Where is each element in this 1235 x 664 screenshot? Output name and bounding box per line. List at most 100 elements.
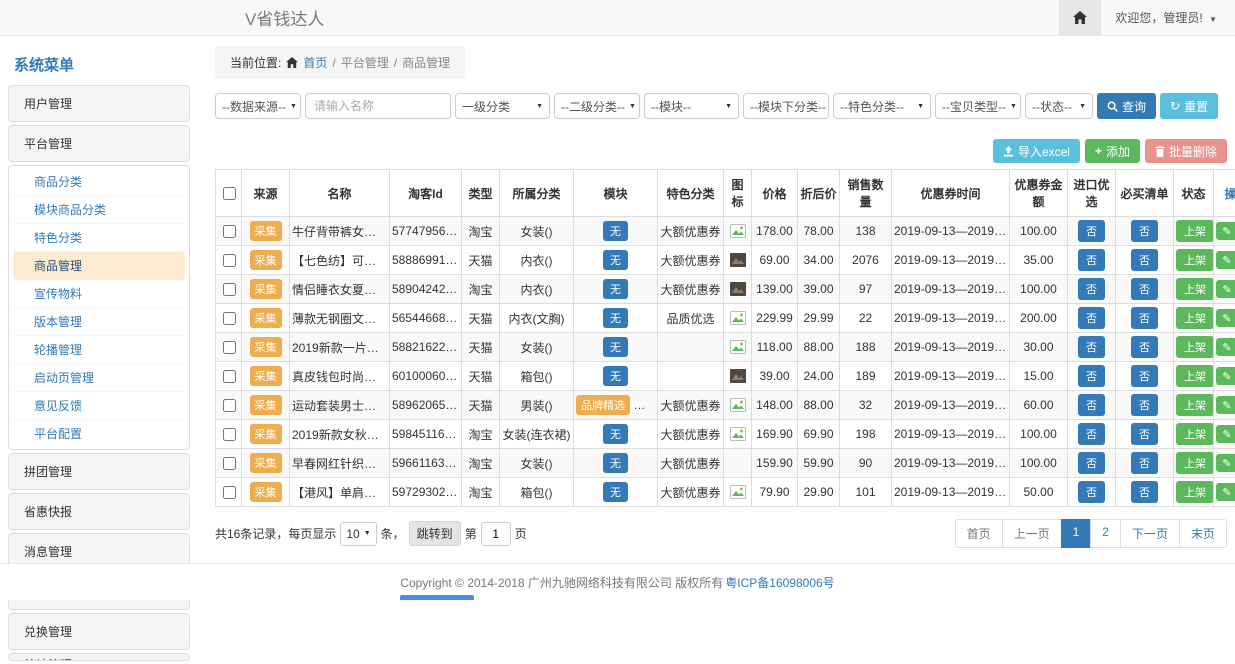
- must-buy-toggle[interactable]: 否: [1131, 278, 1158, 300]
- edit-button[interactable]: ✎: [1216, 309, 1235, 327]
- status-toggle[interactable]: 上架: [1176, 394, 1214, 416]
- row-checkbox[interactable]: [223, 225, 236, 238]
- sidebar-subitem-轮播管理[interactable]: 轮播管理: [13, 336, 185, 364]
- filter-select-module[interactable]: --模块--▼: [644, 93, 739, 119]
- row-checkbox[interactable]: [223, 283, 236, 296]
- user-menu[interactable]: 欢迎您，管理员! ▼: [1101, 9, 1235, 26]
- must-buy-toggle[interactable]: 否: [1131, 423, 1158, 445]
- filter-select-data-source[interactable]: --数据来源--▼: [215, 93, 301, 119]
- must-buy-toggle[interactable]: 否: [1131, 249, 1158, 271]
- status-toggle[interactable]: 上架: [1176, 278, 1214, 300]
- add-button[interactable]: + 添加: [1085, 139, 1140, 163]
- search-button[interactable]: 查询: [1097, 93, 1156, 119]
- filter-select-level1-category[interactable]: 一级分类▼: [455, 93, 550, 119]
- row-checkbox[interactable]: [223, 399, 236, 412]
- status-toggle[interactable]: 上架: [1176, 365, 1214, 387]
- coupon-time-cell: 2019-09-13—2019-09-18: [892, 478, 1010, 507]
- must-buy-toggle[interactable]: 否: [1131, 365, 1158, 387]
- sidebar-subitem-平台配置[interactable]: 平台配置: [13, 420, 185, 447]
- must-buy-toggle[interactable]: 否: [1131, 307, 1158, 329]
- edit-button[interactable]: ✎: [1216, 367, 1235, 385]
- import-select-toggle[interactable]: 否: [1078, 278, 1105, 300]
- status-toggle[interactable]: 上架: [1176, 249, 1214, 271]
- edit-button[interactable]: ✎: [1216, 483, 1235, 501]
- sidebar-subitem-意见反馈[interactable]: 意见反馈: [13, 392, 185, 420]
- import-select-toggle[interactable]: 否: [1078, 220, 1105, 242]
- row-checkbox[interactable]: [223, 254, 236, 267]
- row-checkbox[interactable]: [223, 370, 236, 383]
- row-checkbox[interactable]: [223, 428, 236, 441]
- status-toggle[interactable]: 上架: [1176, 307, 1214, 329]
- import-select-toggle[interactable]: 否: [1078, 423, 1105, 445]
- page-size-select[interactable]: 10 ▼: [340, 522, 376, 546]
- discount-price-cell: 24.00: [798, 362, 840, 391]
- sidebar-item-统计管理[interactable]: 统计管理: [8, 653, 190, 661]
- sidebar-subitem-特色分类[interactable]: 特色分类: [13, 224, 185, 252]
- jump-page-input[interactable]: [481, 522, 511, 546]
- filter-select-level2-category[interactable]: --二级分类--▼: [554, 93, 640, 119]
- filter-select-status[interactable]: --状态--▼: [1025, 93, 1093, 119]
- status-toggle[interactable]: 上架: [1176, 452, 1214, 474]
- sidebar-item-平台管理[interactable]: 平台管理: [8, 125, 190, 162]
- page-button-下一页[interactable]: 下一页: [1120, 519, 1180, 548]
- sidebar-item-兑换管理[interactable]: 兑换管理: [8, 613, 190, 650]
- breadcrumb-home-link[interactable]: 首页: [303, 54, 327, 71]
- status-toggle[interactable]: 上架: [1176, 220, 1214, 242]
- row-checkbox[interactable]: [223, 312, 236, 325]
- import-select-toggle[interactable]: 否: [1078, 336, 1105, 358]
- edit-button[interactable]: ✎: [1216, 396, 1235, 414]
- image-placeholder-icon: [730, 224, 746, 238]
- edit-button[interactable]: ✎: [1216, 425, 1235, 443]
- filter-select-feature-category[interactable]: --特色分类--▼: [833, 93, 931, 119]
- category-cell: 女装(): [500, 217, 574, 246]
- page-button-2[interactable]: 2: [1090, 519, 1121, 548]
- bulk-delete-button[interactable]: 批量删除: [1145, 139, 1227, 163]
- page-button-上一页[interactable]: 上一页: [1002, 519, 1062, 548]
- reset-button[interactable]: ↻重置: [1160, 93, 1218, 119]
- row-checkbox[interactable]: [223, 457, 236, 470]
- must-buy-toggle[interactable]: 否: [1131, 394, 1158, 416]
- sidebar-item-省惠快报[interactable]: 省惠快报: [8, 493, 190, 530]
- home-button[interactable]: [1059, 0, 1101, 35]
- filter-name-input[interactable]: [305, 93, 451, 119]
- must-buy-toggle[interactable]: 否: [1131, 452, 1158, 474]
- sidebar-subitem-模块商品分类[interactable]: 模块商品分类: [13, 196, 185, 224]
- import-select-toggle[interactable]: 否: [1078, 249, 1105, 271]
- page-button-首页[interactable]: 首页: [955, 519, 1003, 548]
- edit-button[interactable]: ✎: [1216, 222, 1235, 240]
- import-excel-button[interactable]: 导入excel: [993, 139, 1080, 163]
- must-buy-toggle[interactable]: 否: [1131, 336, 1158, 358]
- sidebar-item-拼团管理[interactable]: 拼团管理: [8, 453, 190, 490]
- sidebar-subitem-启动页管理[interactable]: 启动页管理: [13, 364, 185, 392]
- status-toggle[interactable]: 上架: [1176, 423, 1214, 445]
- page-button-末页[interactable]: 末页: [1179, 519, 1227, 548]
- edit-button[interactable]: ✎: [1216, 338, 1235, 356]
- row-checkbox[interactable]: [223, 486, 236, 499]
- filter-select-item-type[interactable]: --宝贝类型--▼: [935, 93, 1021, 119]
- sidebar-subitem-宣传物料[interactable]: 宣传物料: [13, 280, 185, 308]
- sidebar-subitem-商品分类[interactable]: 商品分类: [13, 168, 185, 196]
- import-select-toggle[interactable]: 否: [1078, 307, 1105, 329]
- import-select-toggle[interactable]: 否: [1078, 394, 1105, 416]
- import-select-toggle[interactable]: 否: [1078, 452, 1105, 474]
- edit-button[interactable]: ✎: [1216, 454, 1235, 472]
- edit-button[interactable]: ✎: [1216, 251, 1235, 269]
- status-toggle[interactable]: 上架: [1176, 481, 1214, 503]
- edit-button[interactable]: ✎: [1216, 280, 1235, 298]
- jump-button[interactable]: 跳转到: [409, 521, 461, 546]
- sidebar-item-用户管理[interactable]: 用户管理: [8, 85, 190, 122]
- page-button-1[interactable]: 1: [1061, 519, 1092, 548]
- select-all-checkbox[interactable]: [223, 187, 236, 200]
- table-row: 采集【港风】单肩斜跨链条...597293020870淘宝箱包()无大额优惠券7…: [216, 478, 1235, 507]
- icp-link[interactable]: 粤ICP备16098006号: [725, 574, 834, 591]
- import-select-toggle[interactable]: 否: [1078, 481, 1105, 503]
- must-buy-toggle[interactable]: 否: [1131, 220, 1158, 242]
- row-checkbox[interactable]: [223, 341, 236, 354]
- sidebar-subitem-商品管理[interactable]: 商品管理: [13, 252, 185, 280]
- trash-icon: [1155, 146, 1165, 157]
- must-buy-toggle[interactable]: 否: [1131, 481, 1158, 503]
- import-select-toggle[interactable]: 否: [1078, 365, 1105, 387]
- status-toggle[interactable]: 上架: [1176, 336, 1214, 358]
- sidebar-subitem-版本管理[interactable]: 版本管理: [13, 308, 185, 336]
- filter-select-module-subcategory[interactable]: --模块下分类--▼: [743, 93, 829, 119]
